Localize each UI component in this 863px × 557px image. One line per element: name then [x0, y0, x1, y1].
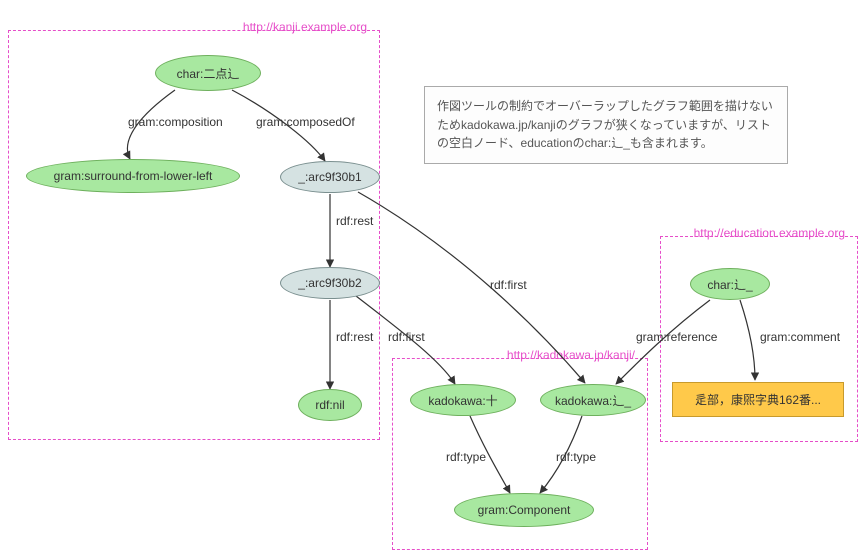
edge-rdf-type-1: rdf:type: [446, 450, 486, 464]
graph-title-kadokawa: http://kadokawa.jp/kanji/: [505, 348, 637, 362]
node-label: char:二点辶: [177, 65, 240, 82]
edge-rdf-first-1: rdf:first: [490, 278, 527, 292]
edge-gram-reference: gram:reference: [636, 330, 717, 344]
graph-box-kanji: http://kanji.example.org: [8, 30, 380, 440]
node-kadokawa-shinnyo: kadokawa:辶_: [540, 384, 646, 416]
edge-rdf-first-2: rdf:first: [388, 330, 425, 344]
node-gram-component: gram:Component: [454, 493, 594, 527]
node-label: char:辶_: [707, 276, 752, 293]
node-label: rdf:nil: [315, 398, 344, 412]
node-blank2: _:arc9f30b2: [280, 267, 380, 299]
edge-gram-composedof: gram:composedOf: [256, 115, 355, 129]
note-box: 作図ツールの制約でオーバーラップしたグラフ範囲を描けないためkadokawa.j…: [424, 86, 788, 164]
node-label: kadokawa:辶_: [555, 392, 631, 409]
node-kadokawa-ju: kadokawa:十: [410, 384, 516, 416]
node-label: _:arc9f30b1: [298, 170, 361, 184]
edge-rdf-rest-1: rdf:rest: [336, 214, 373, 228]
node-char-nitenshinnyo: char:二点辶: [155, 55, 261, 91]
edge-gram-comment: gram:comment: [760, 330, 840, 344]
node-gram-surround-from-lower-left: gram:surround-from-lower-left: [26, 159, 240, 193]
node-label: kadokawa:十: [428, 392, 497, 409]
edge-gram-composition: gram:composition: [128, 115, 223, 129]
node-rdf-nil: rdf:nil: [298, 389, 362, 421]
edge-rdf-type-2: rdf:type: [556, 450, 596, 464]
node-blank1: _:arc9f30b1: [280, 161, 380, 193]
node-label: gram:surround-from-lower-left: [54, 169, 213, 183]
literal-text: 辵部，康煕字典162番...: [695, 393, 821, 407]
graph-title-education: http://education.example.org: [692, 226, 847, 240]
note-text: 作図ツールの制約でオーバーラップしたグラフ範囲を描けないためkadokawa.j…: [437, 99, 773, 150]
node-label: gram:Component: [478, 503, 571, 517]
node-label: _:arc9f30b2: [298, 276, 361, 290]
node-char-shinnyo: char:辶_: [690, 268, 770, 300]
node-literal-comment: 辵部，康煕字典162番...: [672, 382, 844, 417]
edge-rdf-rest-2: rdf:rest: [336, 330, 373, 344]
graph-title-kanji: http://kanji.example.org: [241, 20, 369, 34]
